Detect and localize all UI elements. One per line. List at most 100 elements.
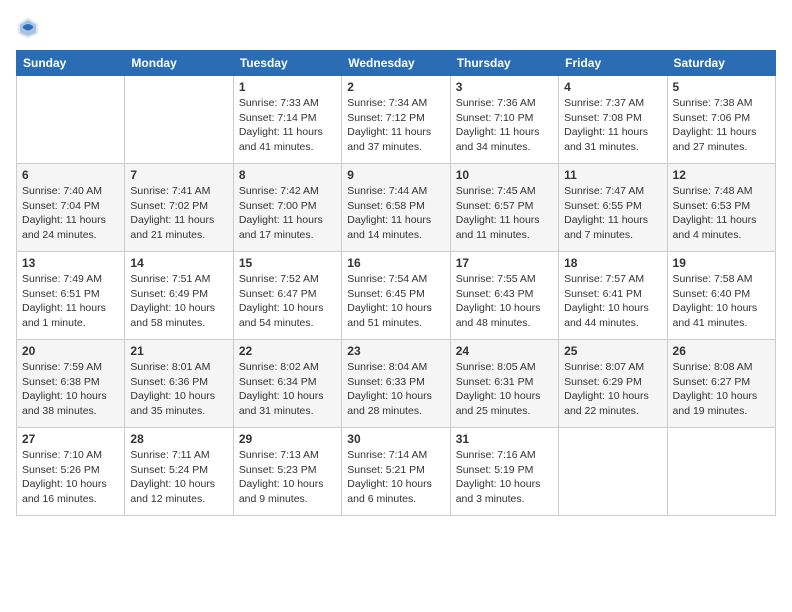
col-header-friday: Friday: [559, 51, 667, 76]
logo-icon: [16, 16, 40, 40]
calendar-cell: 25Sunrise: 8:07 AM Sunset: 6:29 PM Dayli…: [559, 340, 667, 428]
calendar-week-row: 6 Sunrise: 7:40 AM Sunset: 7:04 PM Daylig…: [17, 164, 776, 252]
calendar-cell: 16 Sunrise: 7:54 AM Sunset: 6:45 PM Dayli…: [342, 252, 450, 340]
day-info: Sunrise: 7:45 AM Sunset: 6:57 PM Dayligh…: [456, 184, 553, 243]
day-info: Sunrise: 7:41 AM Sunset: 7:02 PM Dayligh…: [130, 184, 227, 243]
calendar-cell: 22 Sunrise: 8:02 AM Sunset: 6:34 PM Dayli…: [233, 340, 341, 428]
day-info: Sunrise: 8:05 AM Sunset: 6:31 PM Dayligh…: [456, 360, 553, 419]
calendar-cell: 21 Sunrise: 8:01 AM Sunset: 6:36 PM Dayli…: [125, 340, 233, 428]
day-number: 13: [22, 256, 119, 270]
day-info: Sunrise: 7:36 AM Sunset: 7:10 PM Dayligh…: [456, 96, 553, 155]
day-number: 11: [564, 168, 661, 182]
col-header-wednesday: Wednesday: [342, 51, 450, 76]
calendar-header-row: SundayMondayTuesdayWednesdayThursdayFrid…: [17, 51, 776, 76]
calendar-cell: 23 Sunrise: 8:04 AM Sunset: 6:33 PM Dayli…: [342, 340, 450, 428]
calendar-cell: 13 Sunrise: 7:49 AM Sunset: 6:51 PM Dayli…: [17, 252, 125, 340]
day-number: 17: [456, 256, 553, 270]
calendar-cell: 29 Sunrise: 7:13 AM Sunset: 5:23 PM Dayli…: [233, 428, 341, 516]
calendar-cell: 5 Sunrise: 7:38 AM Sunset: 7:06 PM Daylig…: [667, 76, 775, 164]
day-info: Sunrise: 7:10 AM Sunset: 5:26 PM Dayligh…: [22, 448, 119, 507]
calendar-cell: 6 Sunrise: 7:40 AM Sunset: 7:04 PM Daylig…: [17, 164, 125, 252]
day-info: Sunrise: 7:59 AM Sunset: 6:38 PM Dayligh…: [22, 360, 119, 419]
col-header-tuesday: Tuesday: [233, 51, 341, 76]
day-number: 5: [673, 80, 770, 94]
day-info: Sunrise: 7:38 AM Sunset: 7:06 PM Dayligh…: [673, 96, 770, 155]
calendar-cell: 27 Sunrise: 7:10 AM Sunset: 5:26 PM Dayli…: [17, 428, 125, 516]
day-info: Sunrise: 7:13 AM Sunset: 5:23 PM Dayligh…: [239, 448, 336, 507]
day-number: 7: [130, 168, 227, 182]
calendar-week-row: 27 Sunrise: 7:10 AM Sunset: 5:26 PM Dayli…: [17, 428, 776, 516]
day-number: 4: [564, 80, 661, 94]
calendar-week-row: 13 Sunrise: 7:49 AM Sunset: 6:51 PM Dayli…: [17, 252, 776, 340]
day-number: 30: [347, 432, 444, 446]
day-info: Sunrise: 7:55 AM Sunset: 6:43 PM Dayligh…: [456, 272, 553, 331]
day-info: Sunrise: 7:14 AM Sunset: 5:21 PM Dayligh…: [347, 448, 444, 507]
day-info: Sunrise: 7:52 AM Sunset: 6:47 PM Dayligh…: [239, 272, 336, 331]
day-info: Sunrise: 7:51 AM Sunset: 6:49 PM Dayligh…: [130, 272, 227, 331]
day-number: 20: [22, 344, 119, 358]
day-number: 1: [239, 80, 336, 94]
page-header: [16, 16, 776, 40]
day-info: Sunrise: 7:33 AM Sunset: 7:14 PM Dayligh…: [239, 96, 336, 155]
calendar-cell: 7 Sunrise: 7:41 AM Sunset: 7:02 PM Daylig…: [125, 164, 233, 252]
calendar-cell: 26 Sunrise: 8:08 AM Sunset: 6:27 PM Dayli…: [667, 340, 775, 428]
calendar-cell: 14 Sunrise: 7:51 AM Sunset: 6:49 PM Dayli…: [125, 252, 233, 340]
day-number: 19: [673, 256, 770, 270]
day-info: Sunrise: 7:44 AM Sunset: 6:58 PM Dayligh…: [347, 184, 444, 243]
calendar-cell: 15 Sunrise: 7:52 AM Sunset: 6:47 PM Dayli…: [233, 252, 341, 340]
day-info: Sunrise: 7:16 AM Sunset: 5:19 PM Dayligh…: [456, 448, 553, 507]
day-number: 22: [239, 344, 336, 358]
calendar-cell: [125, 76, 233, 164]
day-number: 29: [239, 432, 336, 446]
calendar-cell: 9 Sunrise: 7:44 AM Sunset: 6:58 PM Daylig…: [342, 164, 450, 252]
day-number: 14: [130, 256, 227, 270]
calendar-cell: 10Sunrise: 7:45 AM Sunset: 6:57 PM Dayli…: [450, 164, 558, 252]
col-header-sunday: Sunday: [17, 51, 125, 76]
day-info: Sunrise: 8:02 AM Sunset: 6:34 PM Dayligh…: [239, 360, 336, 419]
day-info: Sunrise: 8:01 AM Sunset: 6:36 PM Dayligh…: [130, 360, 227, 419]
day-info: Sunrise: 7:57 AM Sunset: 6:41 PM Dayligh…: [564, 272, 661, 331]
calendar-cell: 1 Sunrise: 7:33 AM Sunset: 7:14 PM Daylig…: [233, 76, 341, 164]
day-info: Sunrise: 7:40 AM Sunset: 7:04 PM Dayligh…: [22, 184, 119, 243]
day-info: Sunrise: 7:34 AM Sunset: 7:12 PM Dayligh…: [347, 96, 444, 155]
day-info: Sunrise: 7:11 AM Sunset: 5:24 PM Dayligh…: [130, 448, 227, 507]
day-number: 27: [22, 432, 119, 446]
day-number: 21: [130, 344, 227, 358]
day-info: Sunrise: 7:48 AM Sunset: 6:53 PM Dayligh…: [673, 184, 770, 243]
day-number: 28: [130, 432, 227, 446]
day-number: 15: [239, 256, 336, 270]
logo: [16, 16, 44, 40]
day-info: Sunrise: 7:42 AM Sunset: 7:00 PM Dayligh…: [239, 184, 336, 243]
day-info: Sunrise: 8:08 AM Sunset: 6:27 PM Dayligh…: [673, 360, 770, 419]
day-info: Sunrise: 7:54 AM Sunset: 6:45 PM Dayligh…: [347, 272, 444, 331]
day-number: 18: [564, 256, 661, 270]
day-number: 31: [456, 432, 553, 446]
calendar-cell: 18 Sunrise: 7:57 AM Sunset: 6:41 PM Dayli…: [559, 252, 667, 340]
calendar-cell: 24Sunrise: 8:05 AM Sunset: 6:31 PM Dayli…: [450, 340, 558, 428]
calendar-cell: 31 Sunrise: 7:16 AM Sunset: 5:19 PM Dayli…: [450, 428, 558, 516]
calendar-cell: 17 Sunrise: 7:55 AM Sunset: 6:43 PM Dayli…: [450, 252, 558, 340]
day-number: 26: [673, 344, 770, 358]
day-number: 25: [564, 344, 661, 358]
calendar-cell: 11 Sunrise: 7:47 AM Sunset: 6:55 PM Dayli…: [559, 164, 667, 252]
day-info: Sunrise: 7:47 AM Sunset: 6:55 PM Dayligh…: [564, 184, 661, 243]
calendar-cell: 19Sunrise: 7:58 AM Sunset: 6:40 PM Dayli…: [667, 252, 775, 340]
calendar-cell: 12Sunrise: 7:48 AM Sunset: 6:53 PM Dayli…: [667, 164, 775, 252]
day-number: 23: [347, 344, 444, 358]
day-number: 16: [347, 256, 444, 270]
day-info: Sunrise: 8:04 AM Sunset: 6:33 PM Dayligh…: [347, 360, 444, 419]
calendar-week-row: 1 Sunrise: 7:33 AM Sunset: 7:14 PM Daylig…: [17, 76, 776, 164]
day-number: 6: [22, 168, 119, 182]
col-header-monday: Monday: [125, 51, 233, 76]
day-number: 2: [347, 80, 444, 94]
calendar-cell: [667, 428, 775, 516]
col-header-saturday: Saturday: [667, 51, 775, 76]
calendar-cell: 4Sunrise: 7:37 AM Sunset: 7:08 PM Daylig…: [559, 76, 667, 164]
day-number: 9: [347, 168, 444, 182]
col-header-thursday: Thursday: [450, 51, 558, 76]
calendar-cell: [559, 428, 667, 516]
calendar-cell: 28 Sunrise: 7:11 AM Sunset: 5:24 PM Dayli…: [125, 428, 233, 516]
calendar-cell: 30 Sunrise: 7:14 AM Sunset: 5:21 PM Dayli…: [342, 428, 450, 516]
day-info: Sunrise: 7:49 AM Sunset: 6:51 PM Dayligh…: [22, 272, 119, 331]
calendar-table: SundayMondayTuesdayWednesdayThursdayFrid…: [16, 50, 776, 516]
